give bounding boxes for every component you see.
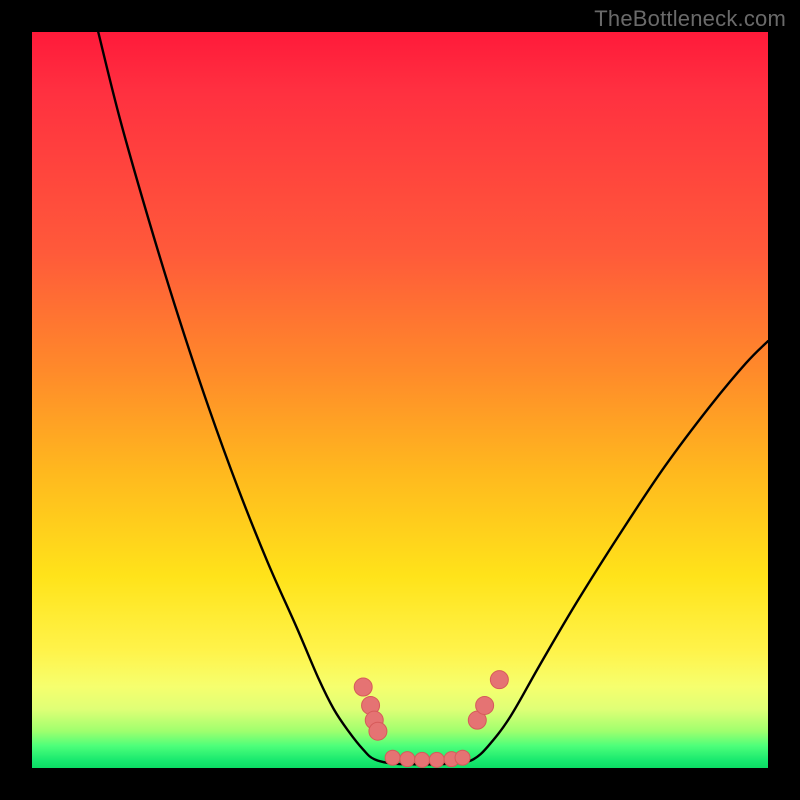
data-marker [476, 696, 494, 714]
data-marker [415, 752, 430, 767]
watermark-text: TheBottleneck.com [594, 6, 786, 32]
data-marker [490, 671, 508, 689]
data-marker [385, 750, 400, 765]
data-marker [354, 678, 372, 696]
data-marker [369, 722, 387, 740]
bottleneck-curve [98, 32, 768, 764]
chart-frame: TheBottleneck.com [0, 0, 800, 800]
chart-svg [32, 32, 768, 768]
plot-area [32, 32, 768, 768]
curve-layer [98, 32, 768, 764]
data-marker [400, 752, 415, 767]
data-marker [429, 752, 444, 767]
data-marker [455, 750, 470, 765]
marker-layer [354, 671, 508, 768]
